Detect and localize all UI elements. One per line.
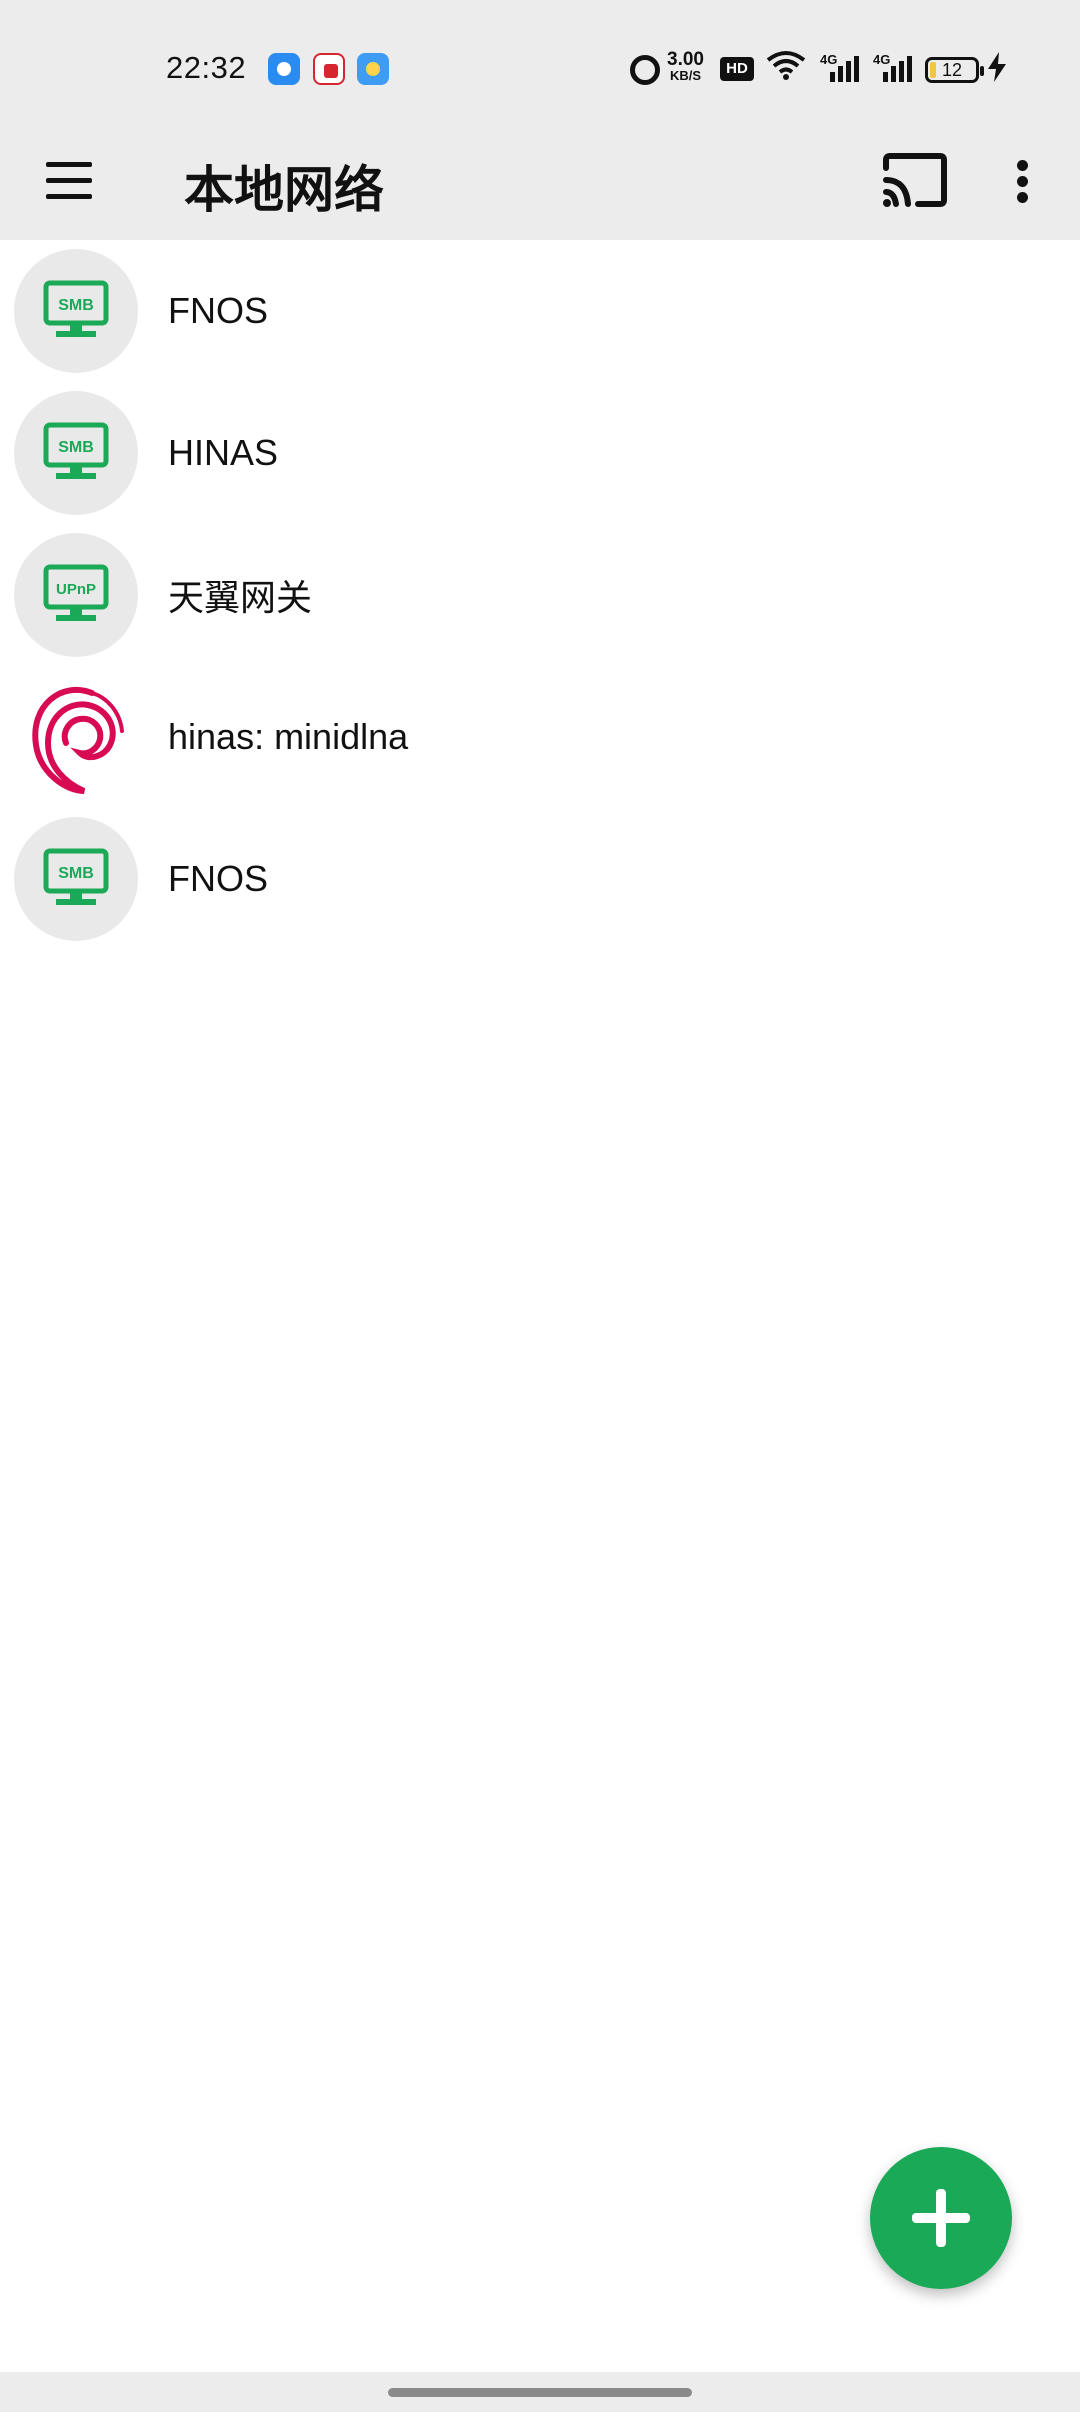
list-item[interactable]: hinas: minidlna [0,666,1080,808]
menu-icon[interactable] [40,154,102,210]
signal-1-icon [826,56,860,82]
navigation-bar [0,2372,1080,2412]
wifi-icon [766,50,806,91]
battery-level: 12 [941,60,963,80]
svg-text:UPnP: UPnP [56,581,96,598]
device-name: HINAS [168,432,279,473]
device-name: 天翼网关 [168,577,313,618]
device-name: FNOS [168,290,269,331]
svg-text:SMB: SMB [58,865,94,882]
charging-icon [988,52,1006,90]
location-app-icon [268,53,300,85]
network-speed-unit: KB/S [669,68,702,83]
weather-app-icon [357,53,389,85]
add-button[interactable] [870,2147,1012,2289]
device-name: FNOS [168,858,269,899]
alarm-icon [630,55,660,85]
cast-icon[interactable] [880,150,950,212]
list-item[interactable]: UPnP 天翼网关 [0,524,1080,666]
hd-badge: HD [720,57,754,81]
home-app-icon [313,53,345,85]
signal-2-icon [879,56,913,82]
svg-text:SMB: SMB [58,297,94,314]
monitor-upnp-icon: UPnP [14,533,138,657]
debian-swirl-icon [14,675,138,799]
monitor-smb-icon: SMB [14,817,138,941]
page-title: 本地网络 [184,162,384,218]
app-bar: 本地网络 [0,124,1080,240]
monitor-smb-icon: SMB [14,391,138,515]
list-item[interactable]: SMB FNOS [0,240,1080,382]
device-list: SMB FNOS SMB HINAS UPnP 天翼网关 hinas: mini… [0,240,1080,950]
network-speed: 3.00 KB/S [667,49,704,84]
status-bar: 22:32 3.00 KB/S HD 4G 4G 12 [0,0,1080,124]
status-time: 22:32 [166,50,247,85]
battery-icon: 12 [925,57,984,83]
network-speed-value: 3.00 [667,49,704,70]
list-item[interactable]: SMB HINAS [0,382,1080,524]
svg-text:SMB: SMB [58,439,94,456]
home-indicator[interactable] [388,2388,692,2397]
monitor-smb-icon: SMB [14,249,138,373]
screen: 22:32 3.00 KB/S HD 4G 4G 12 本地网络 SMB FNO… [0,0,1080,2412]
more-options-icon[interactable] [1000,150,1048,212]
device-name: hinas: minidlna [168,716,409,757]
list-item[interactable]: SMB FNOS [0,808,1080,950]
